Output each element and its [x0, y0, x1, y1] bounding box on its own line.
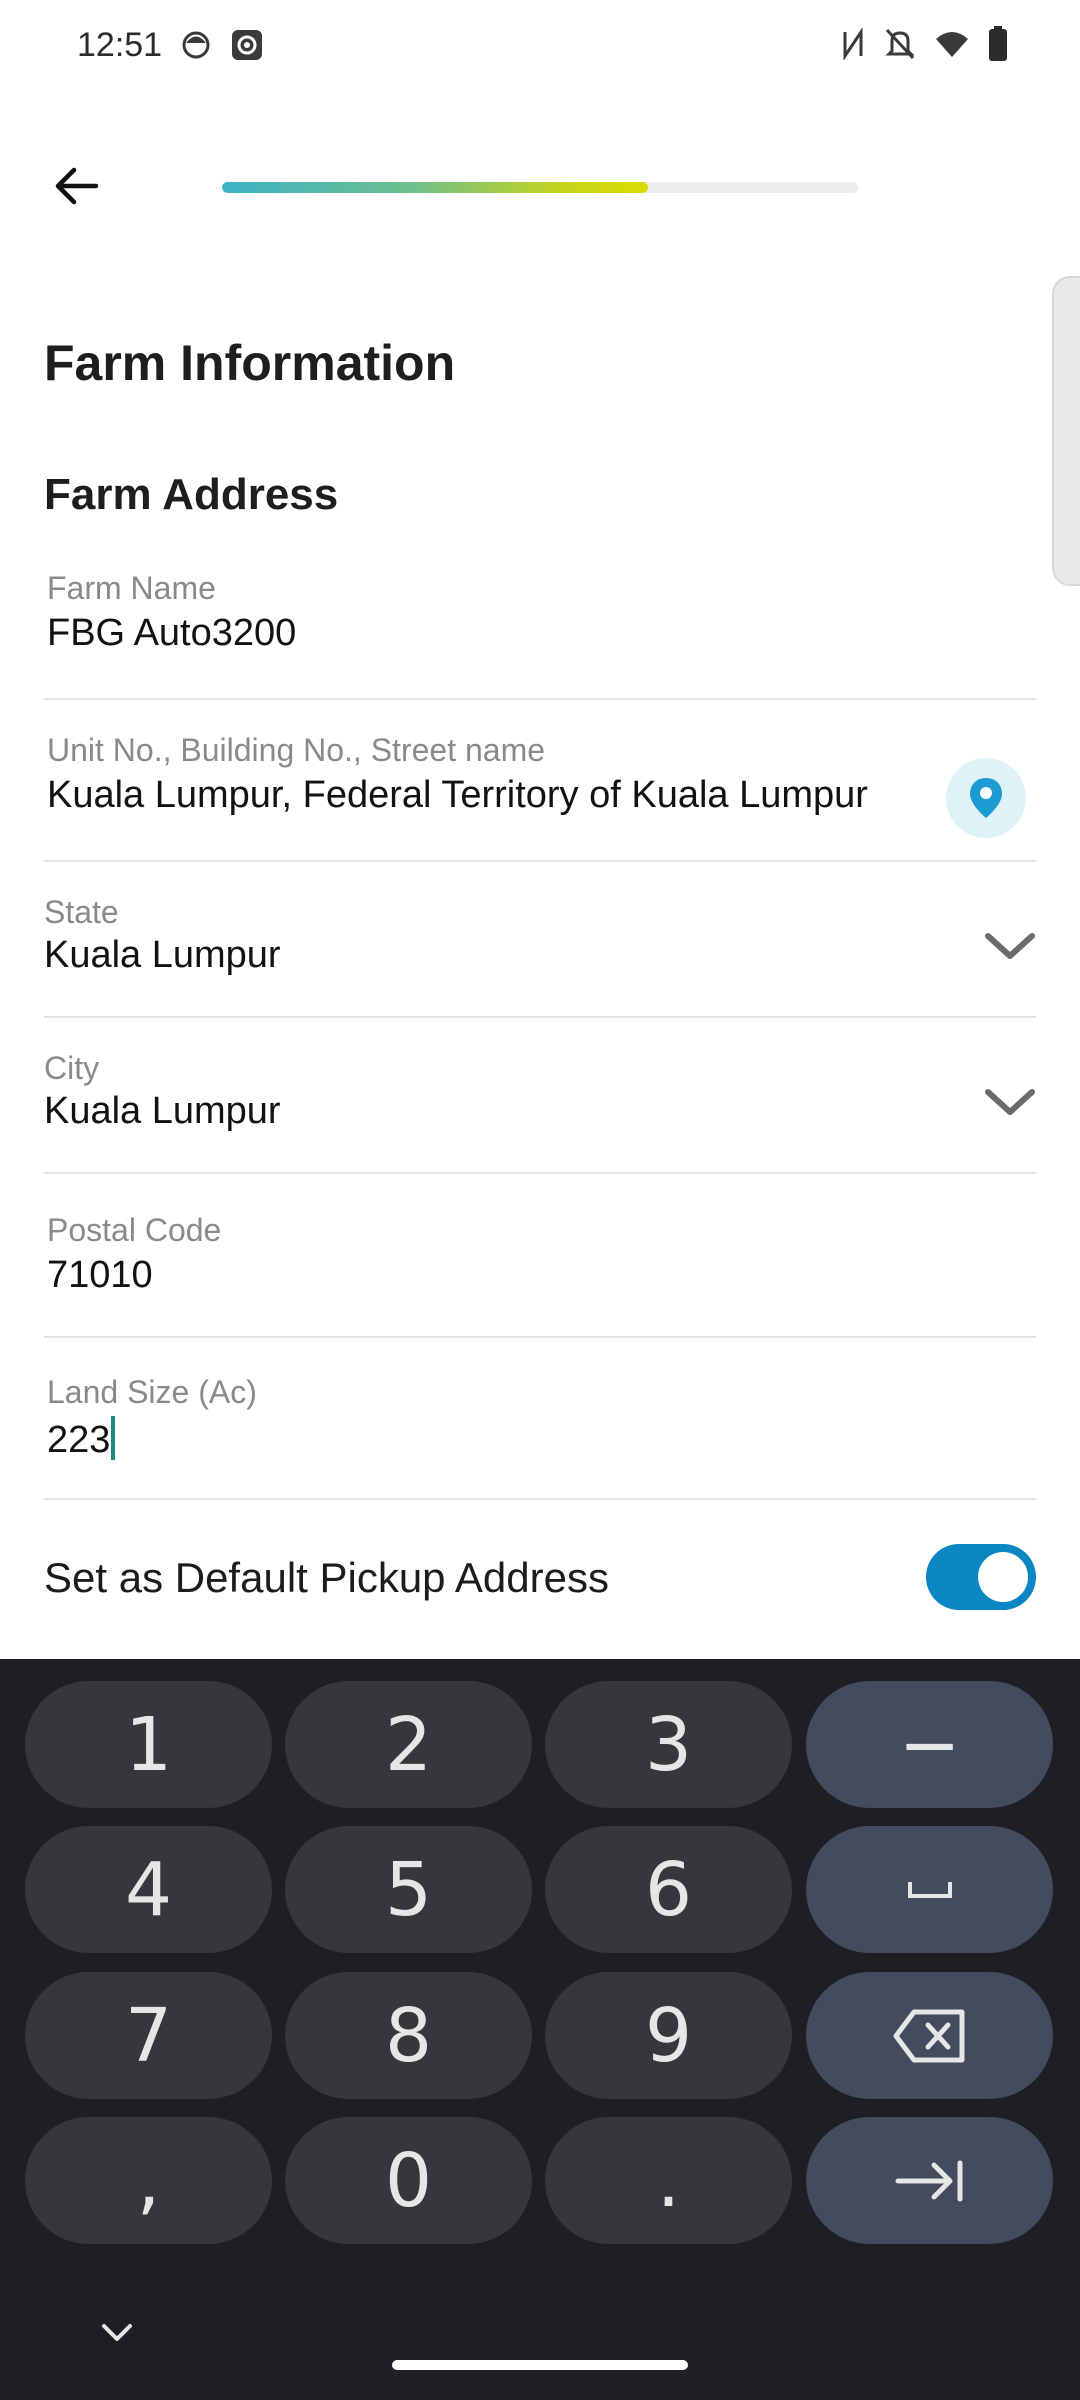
key-label: 3: [644, 1701, 693, 1788]
notifications-off-icon: [885, 28, 915, 60]
onboarding-progress-bar: [222, 182, 858, 193]
key-label: 2: [384, 1701, 433, 1788]
state-label: State: [44, 894, 119, 930]
location-pin-icon: [970, 778, 1002, 818]
key-label: 9: [644, 1992, 693, 2079]
key-5[interactable]: 5: [285, 1826, 532, 1953]
face-icon: [182, 31, 210, 59]
home-indicator[interactable]: [392, 2360, 688, 2370]
key-0[interactable]: 0: [285, 2117, 532, 2244]
key-2[interactable]: 2: [285, 1681, 532, 1808]
status-bar: 12:51: [0, 0, 1080, 95]
postal-code-label: Postal Code: [47, 1212, 222, 1248]
battery-icon: [989, 26, 1007, 61]
progress-fill: [222, 182, 649, 193]
wifi-icon: [936, 32, 968, 57]
default-pickup-toggle[interactable]: [926, 1544, 1036, 1610]
key-period[interactable]: .: [545, 2117, 792, 2244]
text-caret: [111, 1416, 116, 1460]
screen: 12:51 Farm Information Farm Address Farm…: [0, 0, 1080, 2400]
tab-next-icon: [895, 2160, 962, 2201]
section-title: Farm Address: [44, 470, 339, 519]
status-left-icons: [180, 28, 264, 62]
state-dropdown[interactable]: State Kuala Lumpur: [44, 884, 1036, 1018]
key-label: 7: [124, 1992, 173, 2079]
postal-code-value: 71010: [47, 1254, 153, 1296]
key-label: 1: [124, 1701, 173, 1788]
state-value: Kuala Lumpur: [44, 934, 281, 976]
chevron-down-icon[interactable]: [92, 2318, 142, 2348]
page-title: Farm Information: [44, 335, 456, 391]
land-size-label: Land Size (Ac): [47, 1374, 257, 1410]
camera-icon: [232, 30, 262, 60]
key-label: 8: [384, 1992, 433, 2079]
key-backspace[interactable]: [806, 1972, 1053, 2099]
use-current-location-button[interactable]: [946, 758, 1026, 838]
key-7[interactable]: 7: [25, 1972, 272, 2099]
scrollbar-thumb[interactable]: [1052, 276, 1080, 586]
backspace-icon: [893, 2009, 964, 2062]
status-time: 12:51: [77, 26, 163, 64]
key-comma[interactable]: ,: [25, 2117, 272, 2244]
key-1[interactable]: 1: [25, 1681, 272, 1808]
key-label: 0: [384, 2137, 433, 2224]
farm-name-value: FBG Auto3200: [47, 612, 297, 654]
chevron-down-icon: [985, 933, 1035, 959]
key-4[interactable]: 4: [25, 1826, 272, 1953]
postal-code-field[interactable]: Postal Code 71010: [44, 1202, 1036, 1338]
back-button[interactable]: [40, 150, 112, 222]
street-address-field[interactable]: Unit No., Building No., Street name Kual…: [44, 722, 1036, 862]
farm-name-label: Farm Name: [47, 570, 216, 606]
key-label: ,: [136, 2137, 161, 2224]
space-icon: [907, 1881, 952, 1898]
city-label: City: [44, 1050, 100, 1086]
key-next[interactable]: [806, 2117, 1053, 2244]
key-space[interactable]: [806, 1826, 1053, 1953]
toggle-knob: [978, 1552, 1028, 1602]
status-right-icons: [840, 26, 1008, 62]
key-label: .: [656, 2137, 681, 2224]
key-label: 4: [124, 1846, 173, 1933]
key-3[interactable]: 3: [545, 1681, 792, 1808]
nfc-icon: [843, 28, 863, 60]
land-size-field[interactable]: Land Size (Ac) 223: [44, 1364, 1036, 1500]
land-size-input[interactable]: 223: [47, 1416, 116, 1462]
key-label: 6: [644, 1846, 693, 1933]
land-size-value: 223: [47, 1419, 111, 1461]
key-label: 5: [384, 1846, 433, 1933]
city-value: Kuala Lumpur: [44, 1090, 281, 1132]
default-pickup-label: Set as Default Pickup Address: [44, 1554, 609, 1601]
default-pickup-row: Set as Default Pickup Address: [44, 1520, 1036, 1640]
street-address-value: Kuala Lumpur, Federal Territory of Kuala…: [47, 774, 868, 816]
key-9[interactable]: 9: [545, 1972, 792, 2099]
key-minus[interactable]: −: [806, 1681, 1053, 1808]
farm-name-field[interactable]: Farm Name FBG Auto3200: [44, 560, 1036, 700]
city-dropdown[interactable]: City Kuala Lumpur: [44, 1040, 1036, 1174]
numeric-keyboard: 1 2 3 − 4 5 6 7 8 9 , 0 .: [0, 1659, 1080, 2400]
key-6[interactable]: 6: [545, 1826, 792, 1953]
chevron-down-icon: [985, 1089, 1035, 1115]
key-label: −: [898, 1701, 961, 1788]
arrow-left-icon: [55, 167, 99, 205]
street-address-label: Unit No., Building No., Street name: [47, 732, 546, 768]
key-8[interactable]: 8: [285, 1972, 532, 2099]
